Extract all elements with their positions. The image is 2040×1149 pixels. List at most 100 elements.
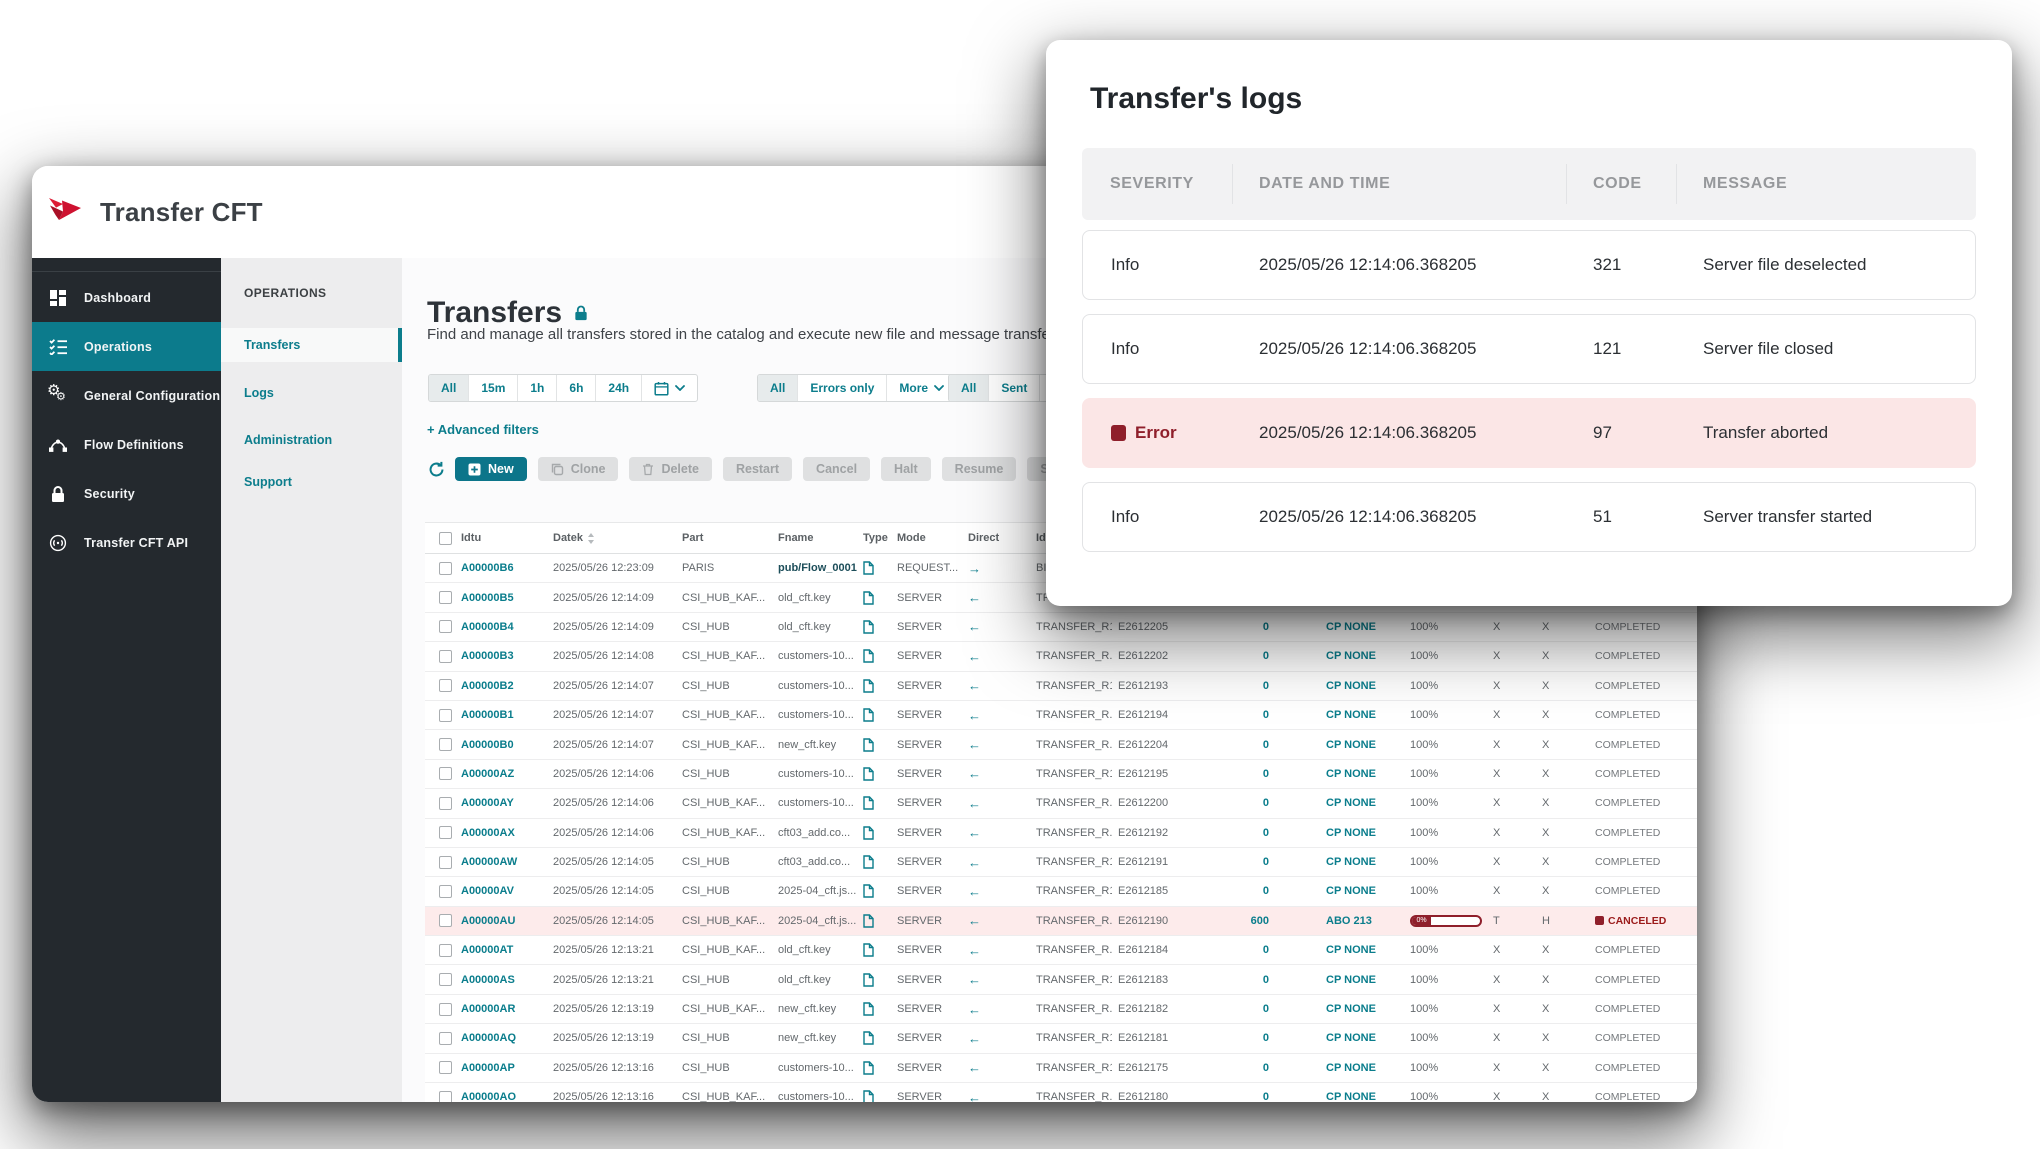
table-row[interactable]: A00000AT 2025/05/26 12:13:21 CSI_HUB_KAF… <box>425 936 1697 965</box>
table-row[interactable]: A00000AW 2025/05/26 12:14:05 CSI_HUB cft… <box>425 848 1697 877</box>
transfer-id-link[interactable]: A00000B5 <box>455 592 547 604</box>
transfer-id-link[interactable]: A00000B1 <box>455 709 547 721</box>
transfer-id-link[interactable]: A00000AO <box>455 1091 547 1102</box>
direction-filter-all[interactable]: All <box>949 375 988 401</box>
sidebar-item-transfer-cft-api[interactable]: Transfer CFT API <box>32 518 221 567</box>
table-row[interactable]: A00000AX 2025/05/26 12:14:06 CSI_HUB_KAF… <box>425 819 1697 848</box>
time-filter-15m[interactable]: 15m <box>468 375 517 401</box>
table-row[interactable]: A00000AV 2025/05/26 12:14:05 CSI_HUB 202… <box>425 877 1697 906</box>
table-row[interactable]: A00000AO 2025/05/26 12:13:16 CSI_HUB_KAF… <box>425 1083 1697 1102</box>
transfer-id-link[interactable]: A00000B4 <box>455 621 547 633</box>
log-row[interactable]: Error 2025/05/26 12:14:06.368205 97 Tran… <box>1082 398 1976 468</box>
time-filter-1h[interactable]: 1h <box>517 375 556 401</box>
time-filter-calendar[interactable] <box>641 375 697 401</box>
table-row[interactable]: A00000AP 2025/05/26 12:13:16 CSI_HUB cus… <box>425 1054 1697 1083</box>
code-cell: CP NONE <box>1269 768 1404 780</box>
sidebar-item-operations[interactable]: Operations <box>32 322 221 371</box>
transfer-id-link[interactable]: A00000B3 <box>455 650 547 662</box>
percent-cell: 100% <box>1404 1032 1487 1044</box>
select-all-checkbox[interactable] <box>439 532 452 545</box>
status-filter-errors-only[interactable]: Errors only <box>797 375 886 401</box>
direction-filter-sent[interactable]: Sent <box>988 375 1039 401</box>
column-header-part[interactable]: Part <box>676 532 772 544</box>
transfer-id-link[interactable]: A00000AZ <box>455 768 547 780</box>
sidebar-item-security[interactable]: Security <box>32 469 221 518</box>
status-filter-more[interactable]: More <box>886 375 956 401</box>
subnav-item-administration[interactable]: Administration <box>221 423 402 457</box>
table-row[interactable]: A00000AZ 2025/05/26 12:14:06 CSI_HUB cus… <box>425 760 1697 789</box>
transfer-id-link[interactable]: A00000B0 <box>455 739 547 751</box>
table-row[interactable]: A00000AQ 2025/05/26 12:13:19 CSI_HUB new… <box>425 1024 1697 1053</box>
resume-button[interactable]: Resume <box>942 457 1017 481</box>
row-checkbox[interactable] <box>439 679 452 692</box>
transfer-id-link[interactable]: A00000AS <box>455 974 547 986</box>
transfer-id-link[interactable]: A00000AQ <box>455 1032 547 1044</box>
row-checkbox[interactable] <box>439 1032 452 1045</box>
table-row[interactable]: A00000B4 2025/05/26 12:14:09 CSI_HUB old… <box>425 613 1697 642</box>
transfer-id-link[interactable]: A00000B2 <box>455 680 547 692</box>
subnav-item-support[interactable]: Support <box>221 465 402 499</box>
restart-button[interactable]: Restart <box>723 457 792 481</box>
column-header-idtu[interactable]: Idtu <box>455 532 547 544</box>
table-row[interactable]: A00000B1 2025/05/26 12:14:07 CSI_HUB_KAF… <box>425 701 1697 730</box>
table-row[interactable]: A00000B3 2025/05/26 12:14:08 CSI_HUB_KAF… <box>425 642 1697 671</box>
sidebar-item-general-configuration[interactable]: ⚙⚙ General Configuration <box>32 371 221 420</box>
time-filter-6h[interactable]: 6h <box>556 375 595 401</box>
refresh-button[interactable] <box>428 461 445 478</box>
row-checkbox[interactable] <box>439 709 452 722</box>
sidebar-item-dashboard[interactable]: Dashboard <box>32 273 221 322</box>
row-checkbox[interactable] <box>439 797 452 810</box>
halt-button[interactable]: Halt <box>881 457 931 481</box>
column-header-fname[interactable]: Fname <box>772 532 857 544</box>
row-checkbox[interactable] <box>439 1091 452 1102</box>
column-header-type[interactable]: Type <box>857 532 891 544</box>
clone-button[interactable]: Clone <box>538 457 619 481</box>
transfer-id-link[interactable]: A00000AU <box>455 915 547 927</box>
table-row[interactable]: A00000AS 2025/05/26 12:13:21 CSI_HUB old… <box>425 965 1697 994</box>
transfer-id-link[interactable]: A00000AT <box>455 944 547 956</box>
time-filter-24h[interactable]: 24h <box>595 375 641 401</box>
table-row[interactable]: A00000B0 2025/05/26 12:14:07 CSI_HUB_KAF… <box>425 730 1697 759</box>
row-checkbox[interactable] <box>439 944 452 957</box>
column-header-direct[interactable]: Direct <box>962 532 1030 544</box>
transfer-id-link[interactable]: A00000AY <box>455 797 547 809</box>
cancel-button[interactable]: Cancel <box>803 457 870 481</box>
transfer-id-link[interactable]: A00000AR <box>455 1003 547 1015</box>
log-row[interactable]: Info 2025/05/26 12:14:06.368205 321 Serv… <box>1082 230 1976 300</box>
row-checkbox[interactable] <box>439 914 452 927</box>
row-checkbox[interactable] <box>439 1061 452 1074</box>
log-row[interactable]: Info 2025/05/26 12:14:06.368205 51 Serve… <box>1082 482 1976 552</box>
table-row[interactable]: A00000AR 2025/05/26 12:13:19 CSI_HUB_KAF… <box>425 995 1697 1024</box>
transfer-id-link[interactable]: A00000AV <box>455 885 547 897</box>
row-checkbox[interactable] <box>439 562 452 575</box>
row-checkbox[interactable] <box>439 620 452 633</box>
table-row[interactable]: A00000B2 2025/05/26 12:14:07 CSI_HUB cus… <box>425 672 1697 701</box>
table-row[interactable]: A00000AU 2025/05/26 12:14:05 CSI_HUB_KAF… <box>425 907 1697 936</box>
column-header-datek[interactable]: Datek <box>547 532 676 544</box>
time-filter-group: All 15m 1h 6h 24h <box>428 374 698 402</box>
transfer-id-link[interactable]: A00000B6 <box>455 562 547 574</box>
row-checkbox[interactable] <box>439 826 452 839</box>
row-checkbox[interactable] <box>439 973 452 986</box>
time-filter-all[interactable]: All <box>429 375 468 401</box>
advanced-filters-link[interactable]: + Advanced filters <box>427 422 539 437</box>
status-filter-all[interactable]: All <box>758 375 797 401</box>
sidebar-item-flow-definitions[interactable]: Flow Definitions <box>32 420 221 469</box>
column-header-mode[interactable]: Mode <box>891 532 962 544</box>
transfer-id-link[interactable]: A00000AX <box>455 827 547 839</box>
row-checkbox[interactable] <box>439 885 452 898</box>
delete-button[interactable]: Delete <box>629 457 712 481</box>
subnav-item-transfers[interactable]: Transfers <box>221 328 402 362</box>
row-checkbox[interactable] <box>439 767 452 780</box>
row-checkbox[interactable] <box>439 1003 452 1016</box>
row-checkbox[interactable] <box>439 650 452 663</box>
subnav-item-logs[interactable]: Logs <box>221 376 402 410</box>
new-button[interactable]: New <box>455 457 527 481</box>
row-checkbox[interactable] <box>439 856 452 869</box>
table-row[interactable]: A00000AY 2025/05/26 12:14:06 CSI_HUB_KAF… <box>425 789 1697 818</box>
transfer-id-link[interactable]: A00000AP <box>455 1062 547 1074</box>
log-row[interactable]: Info 2025/05/26 12:14:06.368205 121 Serv… <box>1082 314 1976 384</box>
row-checkbox[interactable] <box>439 738 452 751</box>
row-checkbox[interactable] <box>439 591 452 604</box>
transfer-id-link[interactable]: A00000AW <box>455 856 547 868</box>
